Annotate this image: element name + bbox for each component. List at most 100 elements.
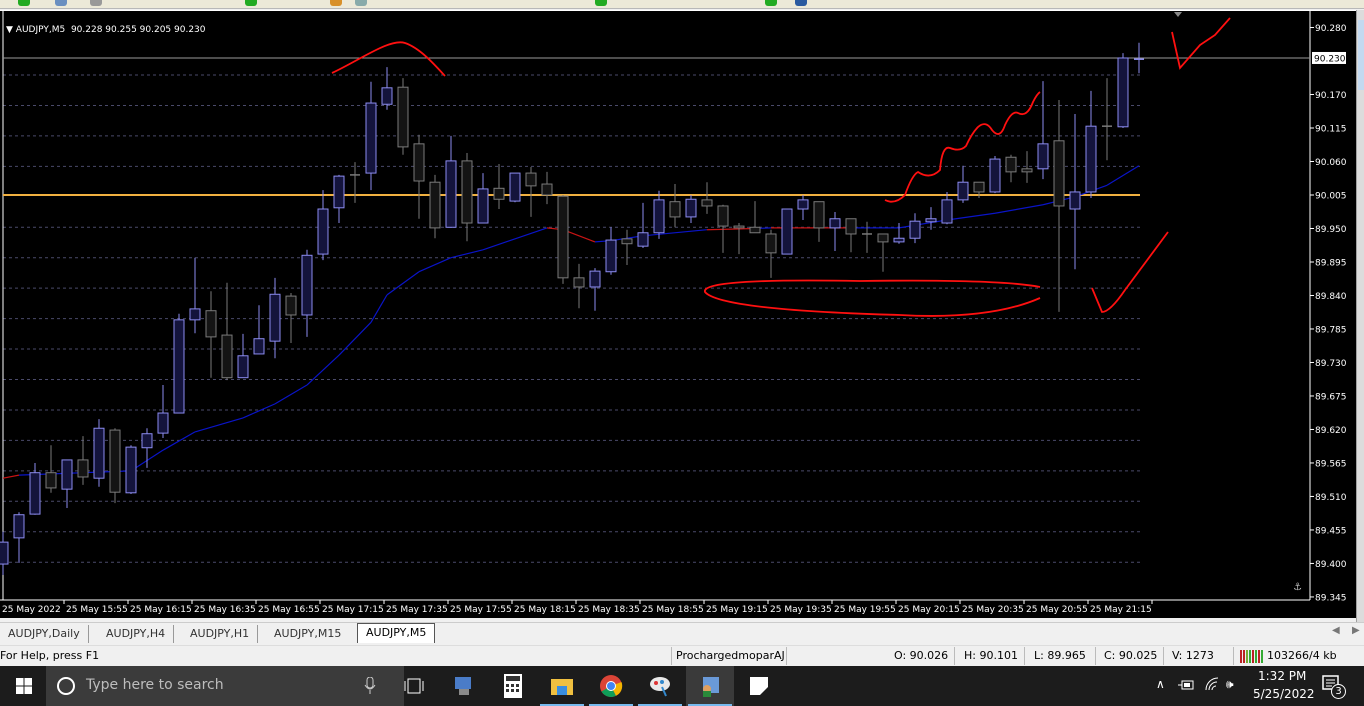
candle-body[interactable] xyxy=(909,220,921,239)
candle-body[interactable] xyxy=(461,160,473,224)
candle-body[interactable] xyxy=(61,459,73,490)
tab-audjpy-daily[interactable]: AUDJPY,Daily xyxy=(0,625,89,643)
candle-body[interactable] xyxy=(77,459,89,478)
candle-body[interactable] xyxy=(237,355,249,379)
candle-body[interactable] xyxy=(717,205,729,227)
clock-time[interactable]: 1:32 PM xyxy=(1258,669,1306,683)
candle-body[interactable] xyxy=(605,239,617,273)
candle-body[interactable] xyxy=(1021,168,1033,173)
taskbar-app-file-explorer[interactable] xyxy=(538,666,586,706)
candle-body[interactable] xyxy=(253,338,265,355)
candle-body[interactable] xyxy=(989,158,1001,193)
taskbar-app-network[interactable] xyxy=(440,666,488,706)
candle-body[interactable] xyxy=(477,188,489,224)
candle-body[interactable] xyxy=(413,143,425,182)
candle-body[interactable] xyxy=(669,201,681,218)
candle-body[interactable] xyxy=(829,218,841,229)
hand-drawn-annotation[interactable] xyxy=(704,279,1041,317)
taskbar-search-input[interactable]: Type here to search xyxy=(46,666,404,706)
candle-body[interactable] xyxy=(637,232,649,247)
candle-body[interactable] xyxy=(765,233,777,254)
volume-icon[interactable]: 🕪 xyxy=(1226,677,1234,692)
candle-body[interactable] xyxy=(141,433,153,449)
candle-body[interactable] xyxy=(733,225,745,229)
tab-scroll-left-icon[interactable]: ◀ xyxy=(1332,625,1340,636)
candle-body[interactable] xyxy=(285,295,297,316)
chart-shift-marker-icon[interactable] xyxy=(1174,12,1182,17)
candle-body[interactable] xyxy=(429,181,441,229)
candle-body[interactable] xyxy=(877,233,889,243)
start-button[interactable] xyxy=(0,666,48,706)
candle-body[interactable] xyxy=(797,199,809,210)
candle-body[interactable] xyxy=(541,183,553,196)
candle-body[interactable] xyxy=(29,472,41,515)
candle-body[interactable] xyxy=(1117,57,1129,128)
candle-body[interactable] xyxy=(621,238,633,245)
tab-scroll-right-icon[interactable]: ▶ xyxy=(1352,625,1360,636)
candlestick-chart[interactable]: 90.280 90.170 90.115 90.060 90.005 89.950 89.8… xyxy=(0,0,1356,620)
tab-audjpy-h1[interactable]: AUDJPY,H1 xyxy=(182,625,259,643)
candle-body[interactable] xyxy=(973,181,985,193)
tab-audjpy-m15[interactable]: AUDJPY,M15 xyxy=(266,625,349,643)
candle-body[interactable] xyxy=(685,198,697,218)
candle-body[interactable] xyxy=(749,226,761,234)
candle-body[interactable] xyxy=(1085,125,1097,193)
candle-body[interactable] xyxy=(589,270,601,288)
candle-body[interactable] xyxy=(189,308,201,321)
candle-body[interactable] xyxy=(1069,191,1081,210)
tab-audjpy-m5[interactable]: AUDJPY,M5 xyxy=(357,623,436,643)
scrollbar-thumb[interactable] xyxy=(1358,20,1364,90)
candle-body[interactable] xyxy=(13,514,25,539)
candle-body[interactable] xyxy=(525,172,537,187)
candle-body[interactable] xyxy=(941,199,953,224)
task-view-button[interactable] xyxy=(390,666,438,706)
candle-body[interactable] xyxy=(365,102,377,174)
taskbar-app-paint[interactable] xyxy=(636,666,684,706)
candle-body[interactable] xyxy=(557,195,569,279)
hand-drawn-annotation[interactable] xyxy=(331,41,446,77)
candle-body[interactable] xyxy=(301,254,313,316)
candle-body[interactable] xyxy=(781,208,793,255)
candle-body[interactable] xyxy=(573,277,585,288)
clock-date[interactable]: 5/25/2022 xyxy=(1253,687,1315,701)
candle-body[interactable] xyxy=(845,218,857,235)
candle-body[interactable] xyxy=(493,187,505,200)
tab-audjpy-h4[interactable]: AUDJPY,H4 xyxy=(98,625,175,643)
candle-body[interactable] xyxy=(109,429,121,493)
candle-body[interactable] xyxy=(125,446,137,494)
hand-drawn-annotation[interactable] xyxy=(1171,17,1231,70)
candle-body[interactable] xyxy=(173,319,185,414)
candle-body[interactable] xyxy=(157,412,169,434)
candle-body[interactable] xyxy=(813,201,825,229)
candle-body[interactable] xyxy=(445,160,457,228)
taskbar-app-chrome[interactable] xyxy=(587,666,635,706)
candle-body[interactable] xyxy=(93,427,105,479)
candle-body[interactable] xyxy=(269,293,281,342)
candle-body[interactable] xyxy=(317,208,329,255)
hand-drawn-annotation[interactable] xyxy=(1091,231,1169,313)
candle-body[interactable] xyxy=(509,172,521,202)
candle-body[interactable] xyxy=(701,199,713,207)
show-hidden-icons-chevron-icon[interactable]: ∧ xyxy=(1156,677,1165,691)
candle-body[interactable] xyxy=(893,237,905,243)
candle-body[interactable] xyxy=(45,472,57,489)
candle-body[interactable] xyxy=(1005,156,1017,173)
candle-body[interactable] xyxy=(0,541,9,565)
wifi-icon[interactable] xyxy=(1204,677,1220,691)
candle-body[interactable] xyxy=(221,334,233,379)
battery-icon[interactable] xyxy=(1178,679,1194,691)
microphone-icon[interactable] xyxy=(364,677,376,695)
taskbar-app-sticky[interactable] xyxy=(735,666,783,706)
candle-body[interactable] xyxy=(925,218,937,223)
candle-body[interactable] xyxy=(1037,143,1049,170)
candle-body[interactable] xyxy=(205,310,217,338)
taskbar-app-metatrader[interactable] xyxy=(686,666,734,706)
vertical-scrollbar[interactable] xyxy=(1356,10,1364,622)
candle-body[interactable] xyxy=(381,87,393,105)
taskbar-app-calculator[interactable] xyxy=(489,666,537,706)
candle-body[interactable] xyxy=(957,181,969,201)
candle-body[interactable] xyxy=(397,86,409,148)
candle-body[interactable] xyxy=(653,199,665,234)
candle-body[interactable] xyxy=(1053,140,1065,207)
collapse-triangle-icon[interactable]: ▼ xyxy=(6,25,13,35)
